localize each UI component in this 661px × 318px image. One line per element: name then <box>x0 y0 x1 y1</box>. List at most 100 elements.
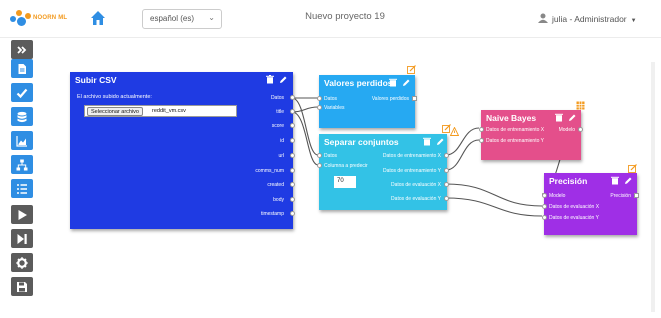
hierarchy-icon <box>16 159 28 170</box>
output-port[interactable] <box>444 182 449 187</box>
input-port-label: Variables <box>324 105 345 111</box>
output-port[interactable] <box>444 168 449 173</box>
step-button[interactable] <box>11 229 33 248</box>
output-port-label: Datos de entrenamiento X <box>382 153 441 159</box>
sidebar-document-button[interactable] <box>11 59 33 78</box>
output-port[interactable] <box>290 95 295 100</box>
trash-icon[interactable] <box>389 78 397 87</box>
choose-file-button[interactable]: Seleccionar archivo <box>87 107 143 116</box>
node-title: Separar conjuntos <box>324 137 399 147</box>
input-port[interactable] <box>479 127 484 132</box>
sidebar-check-button[interactable] <box>11 83 33 102</box>
file-input[interactable]: Seleccionar archivo reddit_vm.csv <box>84 105 237 117</box>
logo-text: NOORN ML <box>33 15 68 21</box>
output-port[interactable] <box>578 127 583 132</box>
input-port[interactable] <box>317 153 322 158</box>
node-precision-header[interactable]: Precisión <box>544 173 637 189</box>
trash-icon[interactable] <box>266 75 274 84</box>
output-port[interactable] <box>290 138 295 143</box>
play-icon <box>18 209 27 220</box>
output-port[interactable] <box>290 168 295 173</box>
input-port[interactable] <box>317 96 322 101</box>
input-port[interactable] <box>317 105 322 110</box>
chart-icon <box>16 135 27 147</box>
input-port-label: Datos de evaluación X <box>549 204 600 210</box>
output-port-label: Datos de evaluación Y <box>391 196 441 202</box>
settings-button[interactable] <box>11 253 33 272</box>
output-port-label: timestamp <box>260 211 284 217</box>
node-precision[interactable]: Precisión Modelo Datos de evaluación X D… <box>542 173 639 235</box>
output-port[interactable] <box>290 197 295 202</box>
node-title: Subir CSV <box>75 75 117 85</box>
output-port-label: comms_num <box>255 168 284 174</box>
warning-icon <box>450 127 459 136</box>
output-port[interactable] <box>634 193 639 198</box>
pencil-icon[interactable] <box>279 75 287 84</box>
input-port-label: Datos de evaluación Y <box>549 215 599 221</box>
node-title: Precisión <box>549 176 588 186</box>
pencil-icon[interactable] <box>568 113 576 122</box>
scrollbar[interactable] <box>651 62 655 312</box>
input-port[interactable] <box>542 215 547 220</box>
output-port[interactable] <box>290 211 295 216</box>
sidebar-collapse-button[interactable] <box>11 40 33 59</box>
node-naive-bayes[interactable]: Naive Bayes Datos de entrenamiento X Dat… <box>479 110 583 160</box>
trash-icon[interactable] <box>555 113 563 122</box>
node-subir-csv-header[interactable]: Subir CSV <box>70 72 293 88</box>
pencil-icon[interactable] <box>436 137 444 146</box>
collapse-icon <box>17 45 27 54</box>
document-icon <box>18 63 26 74</box>
upload-status-label: El archivo subido actualmente: <box>77 94 152 100</box>
input-port-label: Datos de entrenamiento Y <box>486 138 545 144</box>
node-naive-header[interactable]: Naive Bayes <box>481 110 581 126</box>
home-icon[interactable] <box>90 10 106 26</box>
language-select[interactable]: español (es) ⌄ <box>142 9 222 29</box>
input-port[interactable] <box>479 138 484 143</box>
pencil-icon[interactable] <box>402 78 410 87</box>
input-port[interactable] <box>542 204 547 209</box>
file-name: reddit_vm.csv <box>152 108 186 114</box>
node-separar-conjuntos[interactable]: Separar conjuntos Datos Columna a predec… <box>317 134 449 210</box>
logo-mark <box>10 10 32 28</box>
save-icon <box>17 281 27 292</box>
output-port-label: Datos de evaluación X <box>390 182 441 188</box>
save-button[interactable] <box>11 277 33 296</box>
input-port-label: Datos <box>324 153 338 159</box>
input-port[interactable] <box>542 193 547 198</box>
sidebar-database-button[interactable] <box>11 107 33 126</box>
input-port-label: Modelo <box>549 193 566 199</box>
node-title: Naive Bayes <box>486 113 537 123</box>
output-port[interactable] <box>290 123 295 128</box>
user-menu[interactable]: julia - Administrador ▼ <box>538 13 637 24</box>
output-port[interactable] <box>412 96 417 101</box>
node-valores-header[interactable]: Valores perdidos <box>319 75 415 91</box>
top-bar: NOORN ML español (es) ⌄ Nuevo proyecto 1… <box>0 0 661 38</box>
app-logo[interactable]: NOORN ML <box>10 10 74 28</box>
output-port[interactable] <box>444 196 449 201</box>
percentage-input[interactable]: 70 <box>334 176 356 188</box>
project-title: Nuevo proyecto 19 <box>305 11 385 22</box>
output-port-label: Modelo <box>558 127 575 133</box>
node-separar-header[interactable]: Separar conjuntos <box>319 134 447 150</box>
run-button[interactable] <box>11 205 33 224</box>
input-port-label: Datos <box>324 96 338 102</box>
sidebar-hierarchy-button[interactable] <box>11 155 33 174</box>
trash-icon[interactable] <box>611 176 619 185</box>
grid-icon[interactable] <box>576 101 585 110</box>
output-port[interactable] <box>290 182 295 187</box>
output-port[interactable] <box>290 153 295 158</box>
sidebar-chart-button[interactable] <box>11 131 33 150</box>
external-edit-icon[interactable] <box>628 164 637 173</box>
sidebar-list-button[interactable] <box>11 179 33 198</box>
wire-datos-separar <box>291 97 319 156</box>
external-edit-icon[interactable] <box>407 65 416 74</box>
user-icon <box>538 13 548 23</box>
pencil-icon[interactable] <box>624 176 632 185</box>
node-subir-csv[interactable]: Subir CSV El archivo subido actualmente:… <box>70 72 295 229</box>
trash-icon[interactable] <box>423 137 431 146</box>
input-port[interactable] <box>317 163 322 168</box>
node-title: Valores perdidos <box>324 78 393 88</box>
node-valores-perdidos[interactable]: Valores perdidos Datos Variables Valores… <box>317 75 417 128</box>
output-port[interactable] <box>444 153 449 158</box>
output-port[interactable] <box>290 109 295 114</box>
